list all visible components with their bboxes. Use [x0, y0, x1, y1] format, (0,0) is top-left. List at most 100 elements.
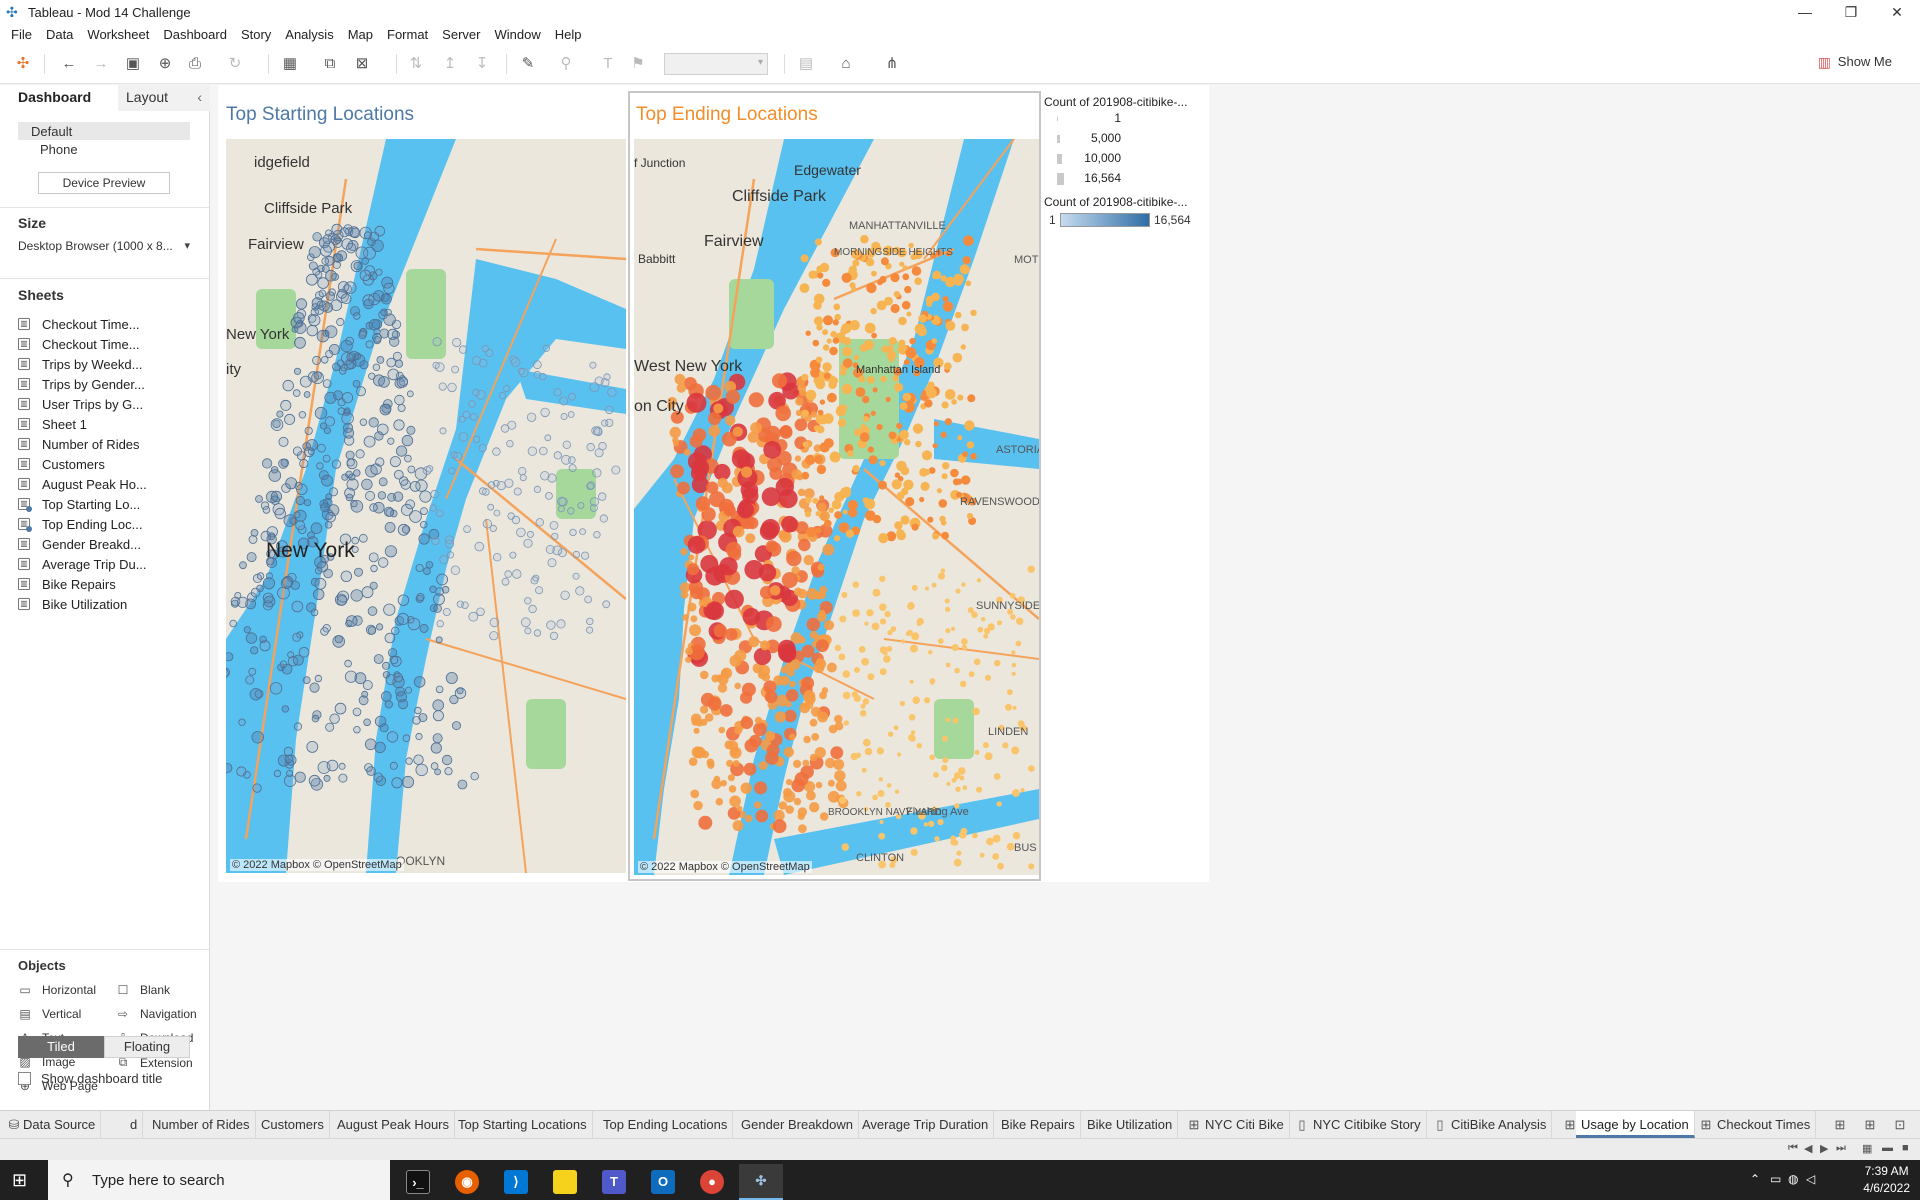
end-station-mark[interactable]: [717, 683, 728, 693]
end-station-mark[interactable]: [906, 629, 913, 636]
end-station-mark[interactable]: [915, 440, 922, 448]
start-station-mark[interactable]: [432, 699, 445, 711]
end-station-mark[interactable]: [921, 450, 933, 461]
end-station-mark[interactable]: [941, 473, 948, 480]
start-station-mark[interactable]: [547, 558, 557, 568]
object-blank[interactable]: ☐ Blank: [116, 983, 170, 997]
end-station-mark[interactable]: [841, 272, 852, 283]
start-station-mark[interactable]: [489, 617, 500, 628]
start-station-mark[interactable]: [438, 382, 447, 391]
show-mark-labels-icon[interactable]: T: [598, 54, 618, 74]
start-station-mark[interactable]: [532, 360, 542, 370]
tab-dashboard[interactable]: Checkout Times: [1712, 1111, 1817, 1138]
sort-descending-icon[interactable]: ↧: [472, 54, 492, 74]
start-station-mark[interactable]: [365, 321, 374, 330]
start-station-mark[interactable]: [589, 361, 597, 369]
end-station-mark[interactable]: [836, 404, 847, 416]
start-station-mark[interactable]: [419, 521, 428, 529]
end-station-mark[interactable]: [972, 707, 980, 716]
start-station-mark[interactable]: [430, 742, 442, 754]
end-station-mark[interactable]: [941, 764, 948, 772]
end-station-mark[interactable]: [841, 592, 848, 598]
start-map[interactable]: idgefield Cliffside Park Fairview New Yo…: [226, 139, 626, 873]
start-station-mark[interactable]: [388, 648, 398, 658]
end-station-mark[interactable]: [793, 759, 802, 769]
end-station-mark[interactable]: [997, 620, 1002, 626]
start-station-mark[interactable]: [336, 359, 345, 367]
start-station-mark[interactable]: [270, 490, 283, 502]
end-station-mark[interactable]: [899, 402, 908, 411]
start-station-mark[interactable]: [330, 299, 343, 312]
start-station-mark[interactable]: [420, 507, 428, 516]
start-station-mark[interactable]: [334, 702, 347, 715]
start-station-mark[interactable]: [429, 504, 437, 512]
collapse-panel-icon[interactable]: ‹: [197, 89, 202, 105]
start-station-mark[interactable]: [524, 597, 532, 605]
start-station-mark[interactable]: [478, 443, 487, 453]
menu-data[interactable]: Data: [39, 27, 80, 42]
start-station-mark[interactable]: [391, 777, 403, 789]
end-station-mark[interactable]: [837, 418, 847, 427]
start-station-mark[interactable]: [353, 726, 361, 734]
start-station-mark[interactable]: [270, 418, 284, 431]
fix-axes-icon[interactable]: ⚑: [628, 54, 648, 74]
end-station-mark[interactable]: [830, 330, 837, 338]
end-station-mark[interactable]: [859, 343, 868, 352]
start-station-mark[interactable]: [575, 586, 585, 596]
start-station-mark[interactable]: [320, 245, 332, 257]
sheet-item[interactable]: ▥ Checkout Time...: [18, 335, 140, 353]
start-station-mark[interactable]: [552, 545, 563, 556]
end-station-mark[interactable]: [952, 717, 959, 724]
end-station-mark[interactable]: [835, 780, 847, 792]
tab-sheet[interactable]: Gender Breakdown: [736, 1111, 860, 1138]
end-station-mark[interactable]: [838, 653, 846, 661]
end-station-mark[interactable]: [987, 623, 995, 631]
prev-sheet-icon[interactable]: ◀: [1804, 1142, 1812, 1155]
start-station-mark[interactable]: [567, 411, 575, 418]
start-station-mark[interactable]: [478, 487, 487, 495]
end-station-mark[interactable]: [928, 650, 933, 655]
end-station-mark[interactable]: [941, 531, 949, 540]
start-station-mark[interactable]: [397, 403, 406, 412]
start-station-mark[interactable]: [528, 604, 537, 614]
end-station-mark[interactable]: [823, 413, 834, 424]
end-station-mark[interactable]: [754, 716, 763, 725]
end-station-mark[interactable]: [734, 726, 743, 735]
end-station-mark[interactable]: [878, 832, 886, 840]
end-station-mark[interactable]: [911, 584, 918, 591]
end-station-mark[interactable]: [1015, 640, 1022, 647]
start-station-mark[interactable]: [355, 386, 366, 397]
end-station-mark[interactable]: [908, 734, 916, 742]
show-dashboard-title-checkbox[interactable]: Show dashboard title: [18, 1071, 162, 1086]
end-station-mark[interactable]: [871, 270, 877, 277]
end-station-mark[interactable]: [957, 394, 964, 401]
end-station-mark[interactable]: [732, 820, 744, 832]
start-station-mark[interactable]: [239, 561, 247, 570]
end-station-mark[interactable]: [918, 314, 927, 323]
end-station-mark[interactable]: [919, 496, 925, 503]
start-station-mark[interactable]: [226, 652, 234, 662]
start-station-mark[interactable]: [292, 389, 301, 397]
end-station-mark[interactable]: [817, 502, 827, 512]
end-station-mark[interactable]: [877, 790, 885, 797]
start-station-mark[interactable]: [416, 593, 425, 602]
end-station-mark[interactable]: [839, 615, 847, 623]
end-station-mark[interactable]: [865, 258, 875, 267]
end-station-mark[interactable]: [785, 805, 794, 814]
end-station-mark[interactable]: [847, 499, 858, 511]
end-station-mark[interactable]: [912, 423, 924, 434]
start-station-mark[interactable]: [434, 768, 442, 776]
start-station-mark[interactable]: [320, 356, 329, 364]
start-station-mark[interactable]: [259, 640, 271, 652]
end-station-mark[interactable]: [817, 409, 824, 416]
end-station-mark[interactable]: [828, 724, 838, 734]
start-station-mark[interactable]: [291, 600, 304, 613]
start-station-mark[interactable]: [338, 773, 348, 783]
start-station-mark[interactable]: [396, 445, 408, 457]
start-station-mark[interactable]: [329, 713, 340, 724]
start-station-mark[interactable]: [309, 682, 320, 693]
swap-rows-columns-icon[interactable]: ⇅: [406, 54, 426, 74]
start-station-mark[interactable]: [368, 552, 379, 563]
start-station-mark[interactable]: [365, 490, 376, 501]
share-icon[interactable]: ⋔: [882, 54, 902, 74]
